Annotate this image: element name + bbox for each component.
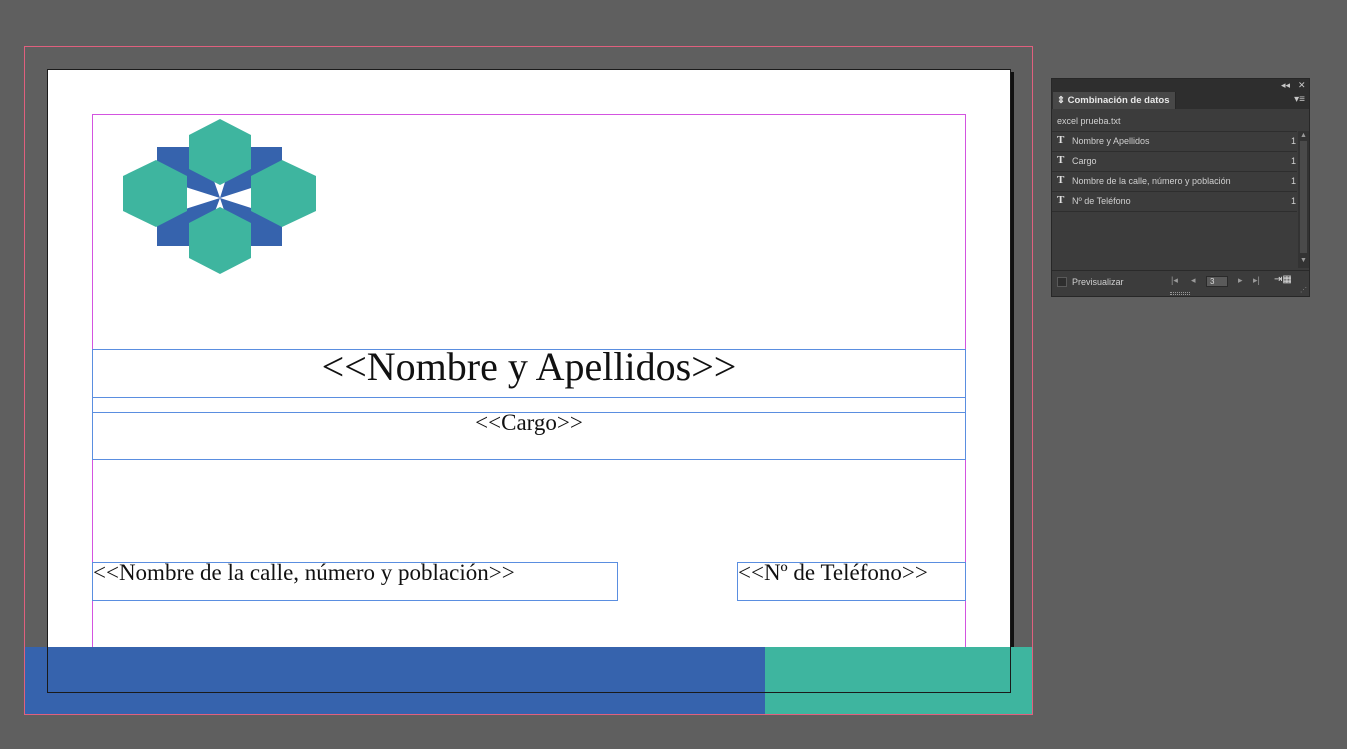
- field-label: Cargo: [1072, 156, 1097, 166]
- field-label: Nombre y Apellidos: [1072, 136, 1150, 146]
- text-field-icon: T: [1057, 154, 1065, 166]
- field-row[interactable]: T Nº de Teléfono 1: [1052, 191, 1297, 211]
- tab-data-merge[interactable]: ⇕ Combinación de datos: [1053, 92, 1176, 109]
- tab-data-merge-label: Combinación de datos: [1067, 95, 1170, 106]
- record-number-input[interactable]: 3: [1206, 276, 1228, 287]
- panel-bottom-bar: Previsualizar |◂ ◂ 3 ▸ ▸| ⇥▦ ⋰: [1052, 270, 1309, 296]
- field-row[interactable]: T Nombre y Apellidos 1: [1052, 131, 1297, 151]
- text-field-icon: T: [1057, 194, 1065, 206]
- last-record-icon[interactable]: ▸|: [1253, 275, 1260, 286]
- preview-label: Previsualizar: [1072, 277, 1124, 287]
- address-placeholder[interactable]: <<Nombre de la calle, número y población…: [93, 560, 515, 586]
- field-count: 1: [1290, 156, 1296, 166]
- first-record-icon[interactable]: |◂: [1171, 275, 1178, 286]
- field-count: 1: [1290, 136, 1296, 146]
- preview-checkbox[interactable]: [1057, 277, 1067, 287]
- field-count: 1: [1290, 176, 1296, 186]
- hexagon-logo[interactable]: [120, 118, 318, 276]
- panel-menu-icon[interactable]: ▾≡: [1294, 94, 1305, 105]
- field-row[interactable]: T Cargo 1: [1052, 151, 1297, 171]
- panel-tab-row: ⇕ Combinación de datos ▾≡: [1052, 92, 1309, 109]
- field-row[interactable]: T Nombre de la calle, número y población…: [1052, 171, 1297, 191]
- field-count: 1: [1290, 196, 1296, 206]
- previous-record-icon[interactable]: ◂: [1191, 275, 1196, 286]
- scroll-up-icon[interactable]: ▲: [1300, 132, 1307, 139]
- cargo-placeholder[interactable]: <<Cargo>>: [92, 410, 966, 436]
- resize-corner-icon[interactable]: ⋰: [1300, 286, 1307, 294]
- field-label: Nombre de la calle, número y población: [1072, 176, 1231, 186]
- scroll-down-icon[interactable]: ▼: [1300, 257, 1307, 264]
- field-list-scrollbar[interactable]: ▲ ▼: [1298, 131, 1309, 268]
- panel-title-bar[interactable]: ◂◂ ✕: [1052, 79, 1309, 92]
- data-merge-panel: ◂◂ ✕ ⇕ Combinación de datos ▾≡ excel pru…: [1051, 78, 1310, 297]
- next-record-icon[interactable]: ▸: [1238, 275, 1243, 286]
- panel-resize-grip[interactable]: [1170, 292, 1190, 295]
- field-label: Nº de Teléfono: [1072, 196, 1131, 206]
- text-field-icon: T: [1057, 174, 1065, 186]
- create-merged-document-icon[interactable]: ⇥▦: [1274, 274, 1292, 285]
- field-list-end: [1052, 211, 1297, 212]
- bleed-guide-bottom: [24, 647, 1033, 715]
- name-placeholder[interactable]: <<Nombre y Apellidos>>: [92, 343, 966, 390]
- close-panel-icon[interactable]: ✕: [1298, 80, 1306, 91]
- data-source-filename: excel prueba.txt: [1057, 116, 1121, 126]
- field-list: T Nombre y Apellidos 1 T Cargo 1 T Nombr…: [1052, 131, 1297, 268]
- tab-expand-icon: ⇕: [1057, 95, 1065, 106]
- logo-teal-hexagons: [123, 119, 316, 274]
- phone-placeholder[interactable]: <<Nº de Teléfono>>: [738, 560, 928, 586]
- scrollbar-thumb[interactable]: [1300, 141, 1307, 253]
- collapse-panel-icon[interactable]: ◂◂: [1281, 80, 1290, 91]
- text-field-icon: T: [1057, 134, 1065, 146]
